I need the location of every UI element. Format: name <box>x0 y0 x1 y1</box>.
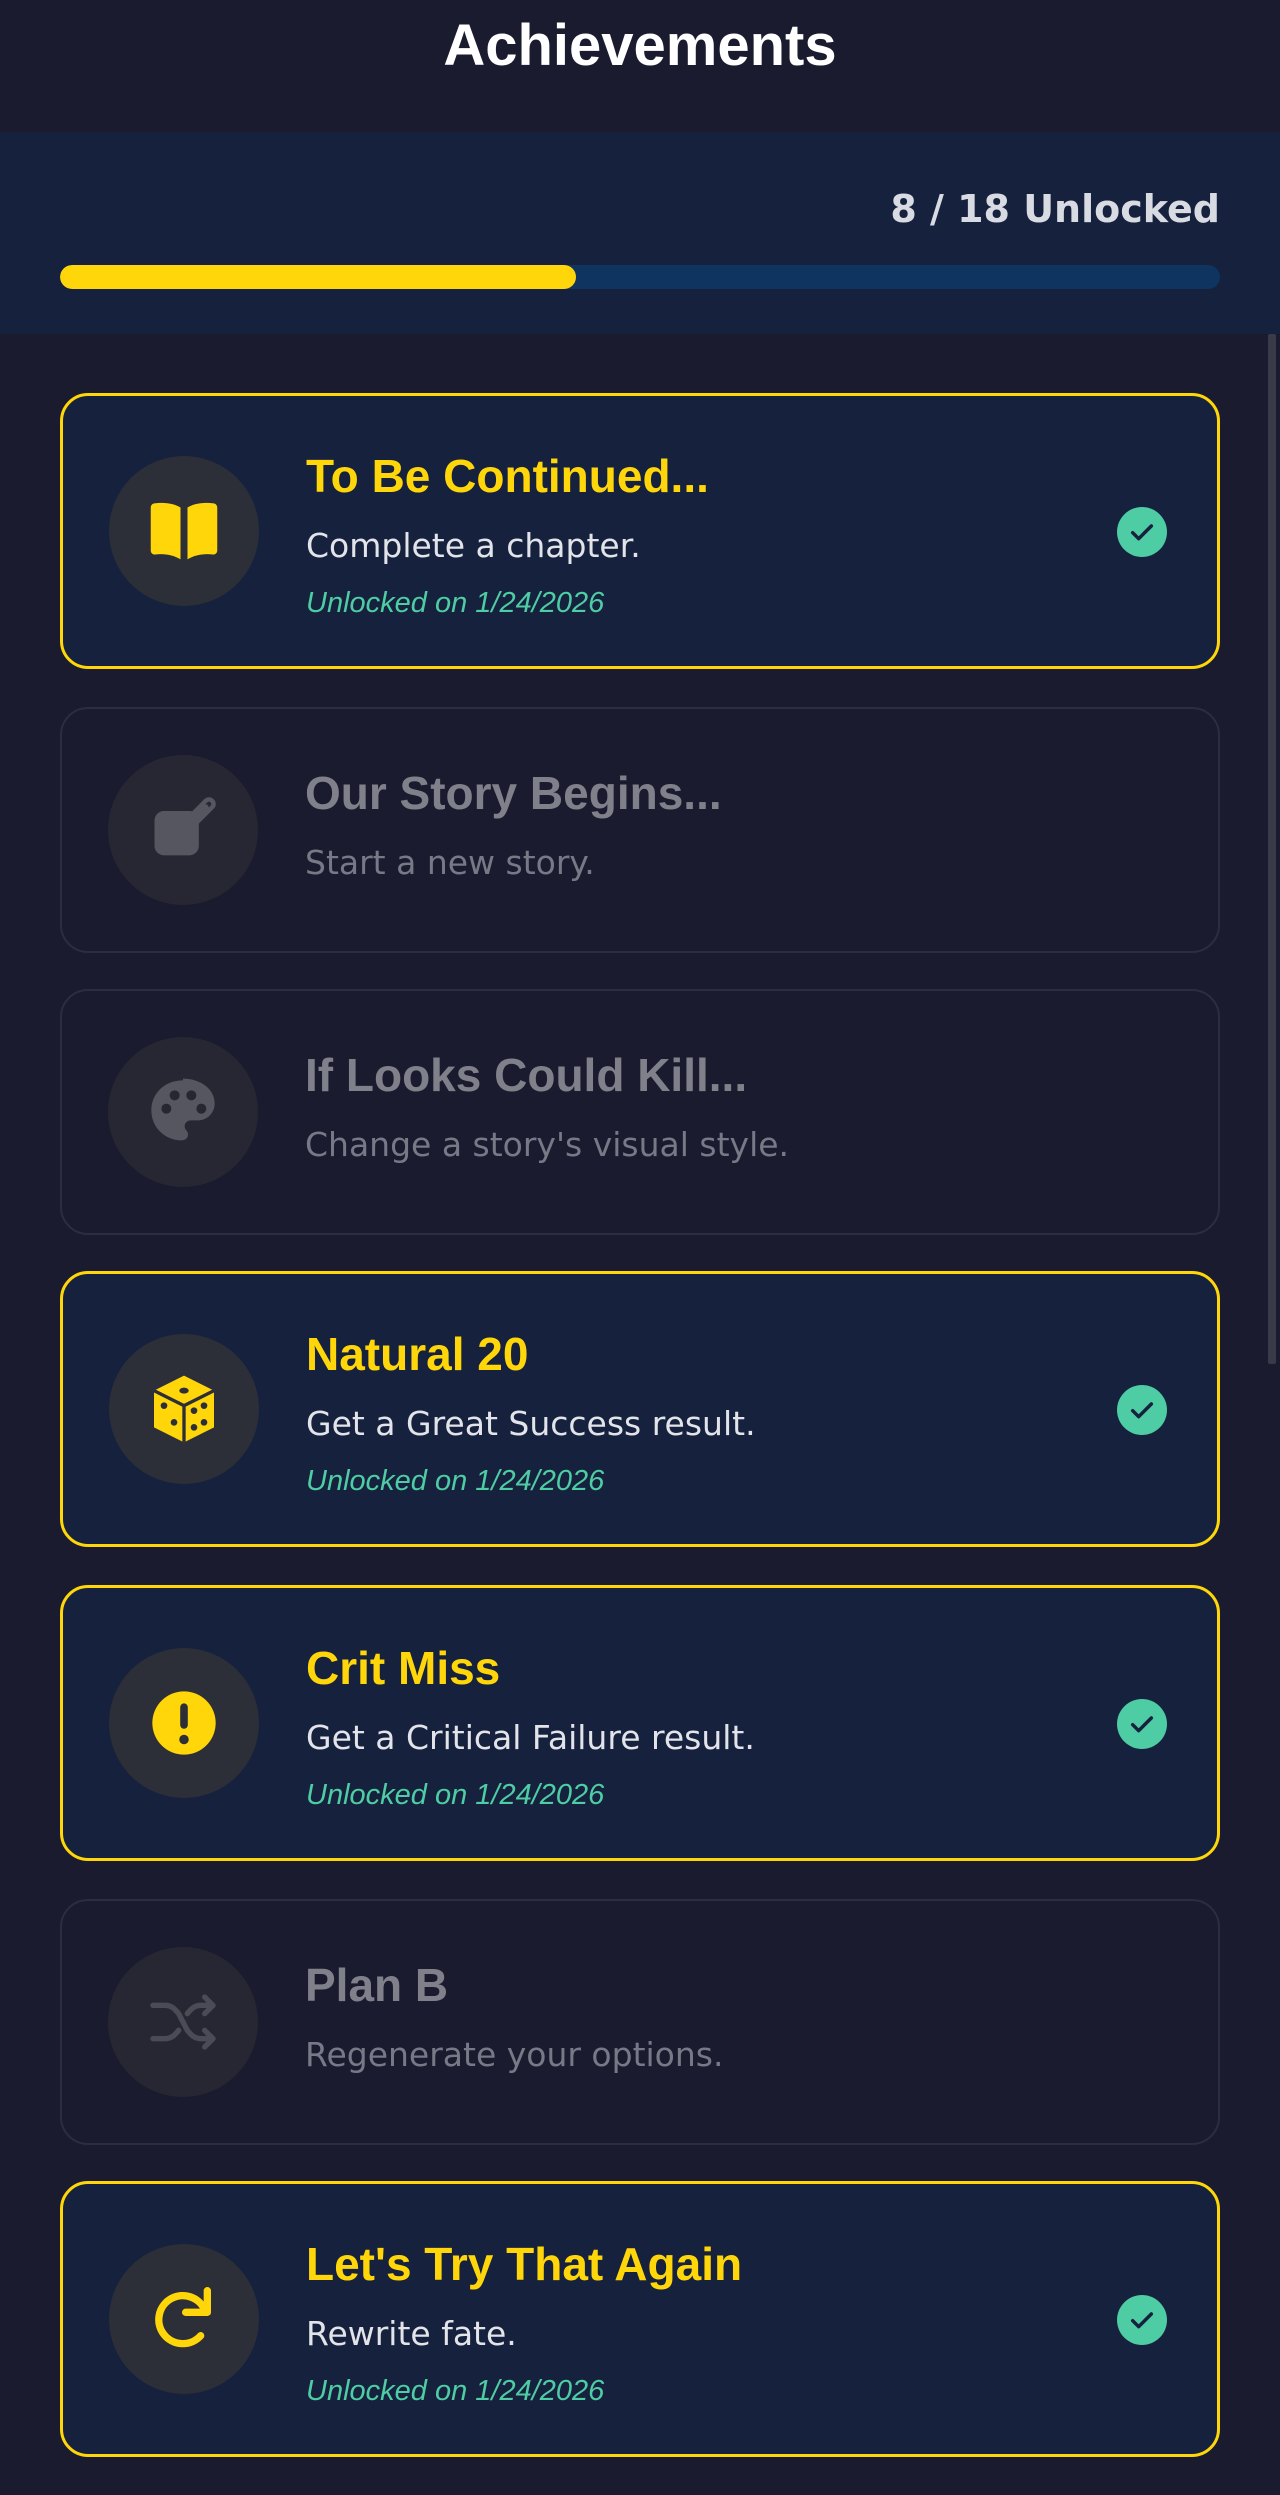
app-header: Achievements <box>0 0 1280 132</box>
achievement-icon-badge <box>109 2244 259 2394</box>
achievement-description: Regenerate your options. <box>305 2035 724 2074</box>
achievement-icon-badge <box>109 1648 259 1798</box>
dice-icon <box>153 1375 215 1443</box>
achievement-title: Plan B <box>305 1959 449 2011</box>
progress-bar <box>60 265 1220 289</box>
achievement-list: To Be Continued... Complete a chapter. U… <box>60 393 1220 2495</box>
achievement-description: Complete a chapter. <box>306 526 641 565</box>
unlocked-date: Unlocked on 1/24/2026 <box>306 2375 605 2407</box>
achievement-icon-badge <box>109 1334 259 1484</box>
unlocked-date: Unlocked on 1/24/2026 <box>306 1779 605 1811</box>
achievement-description: Change a story's visual style. <box>305 1125 790 1164</box>
achievement-title: If Looks Could Kill... <box>305 1049 748 1101</box>
shuffle-icon <box>150 1994 216 2050</box>
achievement-title: Let's Try That Again <box>306 2238 743 2290</box>
achievement-icon-badge <box>109 456 259 606</box>
progress-panel: 8 / 18 Unlocked <box>0 132 1280 334</box>
achievement-title: To Be Continued... <box>306 450 709 502</box>
edit-square-icon <box>154 797 216 856</box>
achievement-description: Get a Great Success result. <box>306 1404 756 1443</box>
achievement-title: Our Story Begins... <box>305 767 722 819</box>
scrollbar[interactable] <box>1268 334 1276 1364</box>
achievement-card[interactable]: If Looks Could Kill... Change a story's … <box>60 989 1220 1235</box>
achievement-card[interactable]: Crit Miss Get a Critical Failure result.… <box>60 1585 1220 1861</box>
unlocked-count: 8 / 18 Unlocked <box>890 187 1220 231</box>
check-icon <box>1117 1385 1167 1435</box>
achievement-icon-badge <box>108 755 258 905</box>
check-icon <box>1117 507 1167 557</box>
achievement-title: Crit Miss <box>306 1642 501 1694</box>
achievement-title: Natural 20 <box>306 1328 529 1380</box>
achievement-icon-badge <box>108 1947 258 2097</box>
achievement-card[interactable]: Let's Try That Again Rewrite fate. Unloc… <box>60 2181 1220 2457</box>
achievement-description: Start a new story. <box>305 843 595 882</box>
achievement-card[interactable]: Plan B Regenerate your options. <box>60 1899 1220 2145</box>
achievement-icon-badge <box>108 1037 258 1187</box>
open-book-icon <box>150 502 218 560</box>
unlocked-date: Unlocked on 1/24/2026 <box>306 1465 605 1497</box>
exclamation-icon <box>152 1691 216 1755</box>
progress-bar-fill <box>60 265 576 289</box>
achievement-card[interactable]: Our Story Begins... Start a new story. <box>60 707 1220 953</box>
unlocked-date: Unlocked on 1/24/2026 <box>306 587 605 619</box>
check-icon <box>1117 1699 1167 1749</box>
achievement-card[interactable]: To Be Continued... Complete a chapter. U… <box>60 393 1220 669</box>
palette-icon <box>151 1078 215 1141</box>
achievement-card[interactable]: Natural 20 Get a Great Success result. U… <box>60 1271 1220 1547</box>
check-icon <box>1117 2295 1167 2345</box>
redo-icon <box>155 2287 211 2348</box>
achievement-description: Rewrite fate. <box>306 2314 517 2353</box>
page-title: Achievements <box>443 13 837 78</box>
achievement-description: Get a Critical Failure result. <box>306 1718 755 1757</box>
